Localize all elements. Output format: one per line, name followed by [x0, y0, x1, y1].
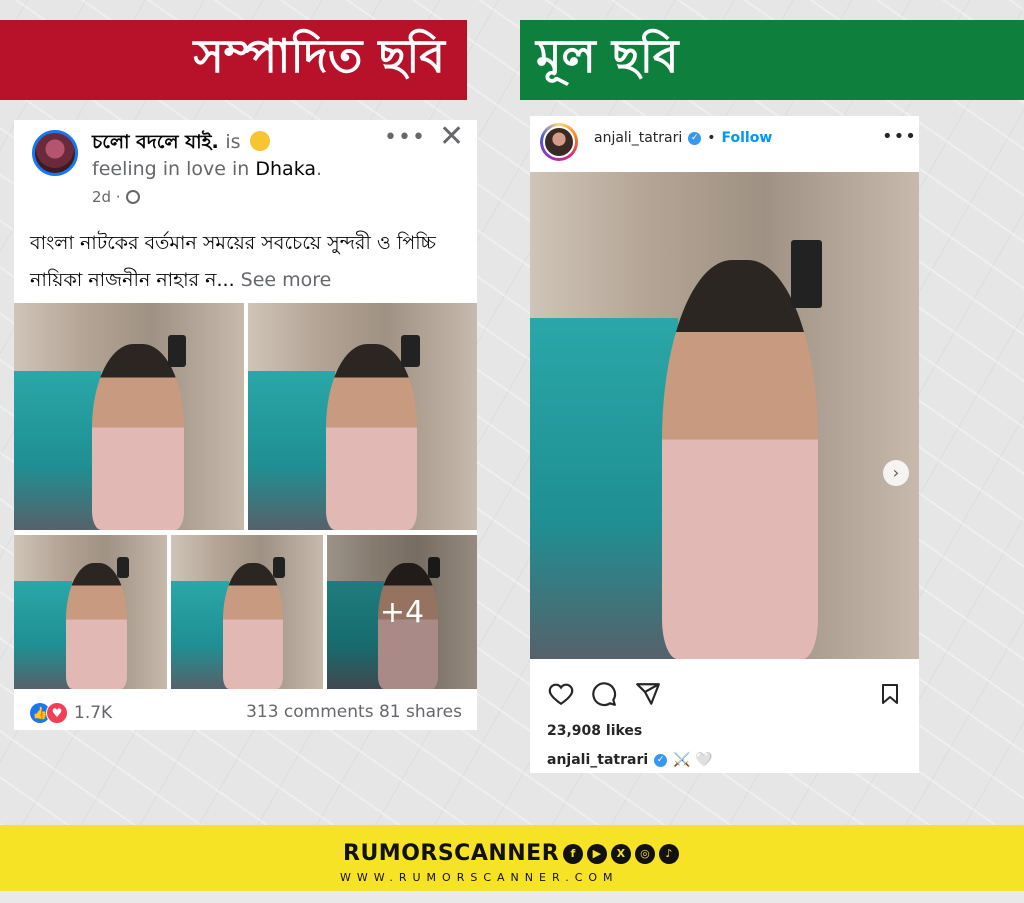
location-link[interactable]: Dhaka — [255, 158, 316, 180]
feeling-line: feeling in love in Dhaka. — [92, 158, 322, 180]
brand-row: RUMORSCANNER f ▶ X ◎ ♪ — [343, 841, 680, 866]
feeling-text: feeling in love in — [92, 158, 250, 180]
brand-footer: RUMORSCANNER f ▶ X ◎ ♪ WWW.RUMORSCANNER.… — [0, 825, 1024, 891]
caption-text: ⚔️ 🤍 — [673, 752, 713, 768]
post-body: বাংলা নাটকের বর্তমান সময়ের সবচেয়ে সুন্… — [30, 225, 470, 299]
follow-button[interactable]: Follow — [722, 130, 773, 146]
x-icon[interactable]: X — [611, 843, 632, 864]
page-name[interactable]: চলো বদলে যাই. — [92, 131, 219, 153]
instagram-icon[interactable]: ◎ — [635, 843, 656, 864]
see-more-link[interactable]: See more — [241, 269, 332, 291]
post-photo-5[interactable]: +4 — [327, 535, 477, 689]
facebook-icon[interactable]: f — [563, 843, 584, 864]
post-header: anjali_tatrari ✓ • Follow — [594, 130, 772, 146]
username[interactable]: anjali_tatrari — [594, 130, 682, 146]
reaction-count: 1.7K — [74, 703, 113, 723]
profile-avatar[interactable] — [540, 123, 578, 161]
post-footer: 👍 ♥ 1.7K 313 comments 81 shares — [30, 702, 462, 726]
feeling-emoji-icon — [250, 131, 271, 151]
heart-icon[interactable] — [548, 681, 574, 707]
original-photo-label: মূল ছবি — [536, 29, 679, 83]
bottom-strip — [0, 891, 1024, 903]
is-text: is — [225, 131, 241, 153]
globe-icon — [125, 190, 140, 204]
share-icon[interactable] — [635, 681, 661, 707]
facebook-post-card: চলো বদলে যাই. is feeling in love in Dhak… — [14, 120, 477, 730]
post-photo-1[interactable] — [14, 303, 244, 530]
post-time[interactable]: 2d · — [92, 188, 121, 206]
post-photo-2[interactable] — [248, 303, 477, 530]
brand-name: RUMORSCANNER — [343, 841, 560, 866]
post-actions — [548, 681, 903, 711]
love-reaction-icon: ♥ — [46, 702, 68, 724]
bookmark-icon[interactable] — [878, 681, 902, 707]
likes-count[interactable]: 23,908 likes — [547, 723, 642, 739]
more-icon[interactable]: ••• — [882, 126, 917, 147]
page-name-line: চলো বদলে যাই. is — [92, 128, 271, 160]
post-photo-4[interactable] — [171, 535, 323, 689]
tiktok-icon[interactable]: ♪ — [659, 843, 680, 864]
original-photo-banner: মূল ছবি — [520, 20, 1024, 100]
reactions[interactable]: 👍 ♥ 1.7K — [30, 702, 112, 724]
caption-username[interactable]: anjali_tatrari — [547, 752, 648, 768]
post-text: বাংলা নাটকের বর্তমান সময়ের সবচেয়ে সুন্… — [30, 232, 436, 291]
edited-photo-banner: সম্পাদিত ছবি — [0, 20, 467, 100]
separator: • — [707, 130, 716, 146]
more-photos-count[interactable]: +4 — [327, 535, 477, 689]
youtube-icon[interactable]: ▶ — [587, 843, 608, 864]
caption: anjali_tatrari ✓ ⚔️ 🤍 — [547, 752, 712, 768]
edited-photo-label: সম্পাদিত ছবি — [193, 29, 445, 83]
caption-verified-icon: ✓ — [654, 753, 668, 767]
close-icon[interactable]: ✕ — [439, 122, 464, 152]
page-avatar[interactable] — [32, 130, 78, 176]
post-photo-3[interactable] — [14, 535, 167, 689]
post-meta: 2d · — [92, 188, 140, 206]
shares-count[interactable]: 81 shares — [379, 702, 462, 722]
more-icon[interactable]: ••• — [384, 125, 426, 150]
instagram-post-card: anjali_tatrari ✓ • Follow ••• › 23,908 l… — [530, 116, 919, 773]
post-photo[interactable]: › — [530, 172, 919, 659]
comments-count[interactable]: 313 comments — [246, 702, 373, 722]
engagement-counts: 313 comments 81 shares — [246, 702, 462, 722]
verified-icon: ✓ — [688, 131, 702, 145]
next-arrow-icon[interactable]: › — [883, 460, 909, 486]
comment-icon[interactable] — [591, 681, 617, 707]
location-suffix: . — [316, 158, 323, 180]
website-url[interactable]: WWW.RUMORSCANNER.COM — [340, 871, 619, 884]
